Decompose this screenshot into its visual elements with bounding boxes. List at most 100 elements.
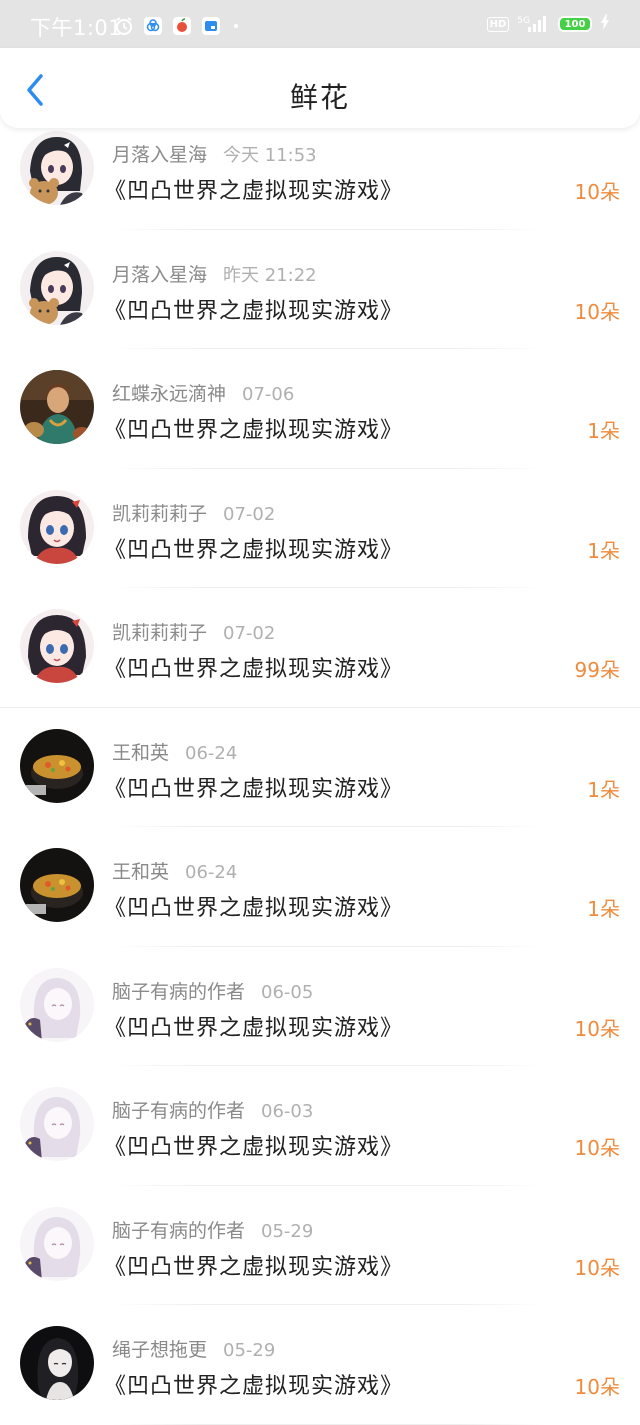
item-time: 07-02	[223, 503, 276, 525]
avatar[interactable]	[20, 848, 94, 922]
app-notification-icon	[201, 16, 221, 36]
book-title[interactable]: 《凹凸世界之虚拟现实游戏》	[104, 1249, 403, 1281]
book-title[interactable]: 《凹凸世界之虚拟现实游戏》	[104, 1368, 403, 1400]
user-line: 红蝶永远滴神 07-06	[112, 379, 294, 406]
flower-count: 1朵	[587, 419, 620, 443]
avatar[interactable]	[20, 131, 94, 205]
item-time: 今天 11:53	[223, 145, 317, 166]
status-right: HD 5G 100	[486, 14, 610, 34]
sketch-girl-avatar	[20, 967, 94, 1042]
app-notification-icon	[143, 16, 163, 36]
item-time: 07-02	[223, 623, 276, 644]
item-time: 05-29	[223, 1340, 276, 1361]
list-item[interactable]: 凯莉莉莉子 07-02 《凹凸世界之虚拟现实游戏》 99朵	[0, 588, 640, 708]
anime-girl-bear-avatar	[20, 131, 94, 205]
book-title[interactable]: 《凹凸世界之虚拟现实游戏》	[104, 651, 403, 683]
username[interactable]: 脑子有病的作者	[112, 1100, 245, 1122]
flower-count: 1朵	[587, 777, 620, 802]
painting-portrait-avatar	[20, 370, 94, 444]
list-item[interactable]: 王和英 06-24 《凹凸世界之虚拟现实游戏》 1朵	[0, 708, 640, 827]
flower-count: 10朵	[574, 1016, 620, 1041]
book-title[interactable]: 《凹凸世界之虚拟现实游戏》	[104, 173, 403, 205]
list-item[interactable]: 王和英 06-24 《凹凸世界之虚拟现实游戏》 1朵	[0, 827, 640, 947]
avatar[interactable]	[20, 1206, 94, 1281]
username[interactable]: 绳子想拖更	[112, 1339, 207, 1361]
battery-icon: 100	[558, 16, 592, 32]
user-line: 脑子有病的作者 06-03	[112, 1096, 313, 1123]
username[interactable]: 王和英	[112, 861, 169, 883]
flower-count: 10朵	[574, 299, 620, 324]
book-title[interactable]: 《凹凸世界之虚拟现实游戏》	[104, 293, 403, 325]
username[interactable]: 王和英	[112, 742, 169, 764]
flower-count: 10朵	[574, 1375, 620, 1399]
header: 鲜花	[0, 48, 640, 128]
sketch-girl-avatar	[20, 1087, 94, 1161]
username[interactable]: 凯莉莉莉子	[112, 503, 207, 525]
item-time: 07-06	[242, 384, 295, 405]
item-time: 昨天 21:22	[223, 264, 317, 286]
user-line: 凯莉莉莉子 07-02	[112, 499, 275, 526]
page-title: 鲜花	[289, 81, 350, 114]
avatar[interactable]	[20, 1087, 94, 1161]
list-item[interactable]: 绳子想拖更 05-29 《凹凸世界之虚拟现实游戏》 10朵	[0, 1305, 640, 1425]
signal-icon: 5G	[517, 15, 550, 33]
user-line: 脑子有病的作者 05-29	[112, 1216, 313, 1243]
status-bar: 下午1:01 HD 5G 100	[0, 0, 640, 48]
status-time: 下午1:01	[30, 16, 123, 40]
book-title[interactable]: 《凹凸世界之虚拟现实游戏》	[104, 532, 403, 564]
username[interactable]: 脑子有病的作者	[112, 981, 245, 1003]
list-item[interactable]: 红蝶永远滴神 07-06 《凹凸世界之虚拟现实游戏》 1朵	[0, 349, 640, 469]
user-line: 脑子有病的作者 06-05	[112, 977, 313, 1004]
list-item[interactable]: 脑子有病的作者 05-29 《凹凸世界之虚拟现实游戏》 10朵	[0, 1186, 640, 1305]
flower-count: 10朵	[574, 1255, 620, 1280]
battery-level: 100	[564, 18, 586, 30]
sketch-girl-avatar	[20, 1206, 94, 1281]
avatar[interactable]	[20, 489, 94, 564]
avatar[interactable]	[20, 728, 94, 803]
food-pot-avatar	[20, 848, 94, 922]
alarm-icon	[114, 16, 134, 36]
list-item[interactable]: 脑子有病的作者 06-05 《凹凸世界之虚拟现实游戏》 10朵	[0, 947, 640, 1066]
username[interactable]: 月落入星海	[112, 264, 207, 286]
item-time: 06-03	[261, 1101, 314, 1122]
flower-count: 10朵	[574, 1136, 620, 1160]
flower-count: 1朵	[587, 897, 620, 921]
list-item[interactable]: 脑子有病的作者 06-03 《凹凸世界之虚拟现实游戏》 10朵	[0, 1066, 640, 1186]
avatar[interactable]	[20, 250, 94, 325]
avatar[interactable]	[20, 609, 94, 683]
avatar[interactable]	[20, 967, 94, 1042]
username[interactable]: 脑子有病的作者	[112, 1220, 245, 1242]
food-pot-avatar	[20, 728, 94, 803]
list-item[interactable]: 月落入星海 昨天 21:22 《凹凸世界之虚拟现实游戏》 10朵	[0, 230, 640, 349]
avatar[interactable]	[20, 370, 94, 444]
book-title[interactable]: 《凹凸世界之虚拟现实游戏》	[104, 1129, 403, 1161]
item-time: 05-29	[261, 1220, 314, 1242]
user-line: 月落入星海 今天 11:53	[112, 140, 317, 167]
user-line: 王和英 06-24	[112, 738, 237, 765]
charging-icon	[600, 14, 610, 34]
book-title[interactable]: 《凹凸世界之虚拟现实游戏》	[104, 890, 403, 922]
avatar[interactable]	[20, 1326, 94, 1400]
flower-count: 10朵	[574, 180, 620, 204]
item-time: 06-24	[185, 742, 238, 764]
more-notifications-icon	[230, 16, 242, 36]
username[interactable]: 凯莉莉莉子	[112, 622, 207, 644]
app-notification-icon	[172, 16, 192, 36]
anime-girl-red-avatar	[20, 489, 94, 564]
user-line: 绳子想拖更 05-29	[112, 1335, 275, 1362]
username[interactable]: 月落入星海	[112, 144, 207, 166]
username[interactable]: 红蝶永远滴神	[112, 383, 226, 405]
item-time: 06-05	[261, 981, 314, 1003]
network-label: 5G	[517, 16, 530, 26]
dark-portrait-avatar	[20, 1326, 94, 1400]
user-line: 凯莉莉莉子 07-02	[112, 618, 275, 645]
flower-list: 月落入星海 今天 11:53 《凹凸世界之虚拟现实游戏》 10朵 月落入星海 昨…	[0, 110, 640, 1425]
anime-girl-bear-avatar	[20, 250, 94, 325]
book-title[interactable]: 《凹凸世界之虚拟现实游戏》	[104, 771, 403, 803]
book-title[interactable]: 《凹凸世界之虚拟现实游戏》	[104, 412, 403, 444]
flower-count: 1朵	[587, 538, 620, 563]
list-item[interactable]: 凯莉莉莉子 07-02 《凹凸世界之虚拟现实游戏》 1朵	[0, 469, 640, 588]
divider	[112, 1423, 546, 1425]
anime-girl-red-avatar	[20, 609, 94, 683]
book-title[interactable]: 《凹凸世界之虚拟现实游戏》	[104, 1010, 403, 1042]
